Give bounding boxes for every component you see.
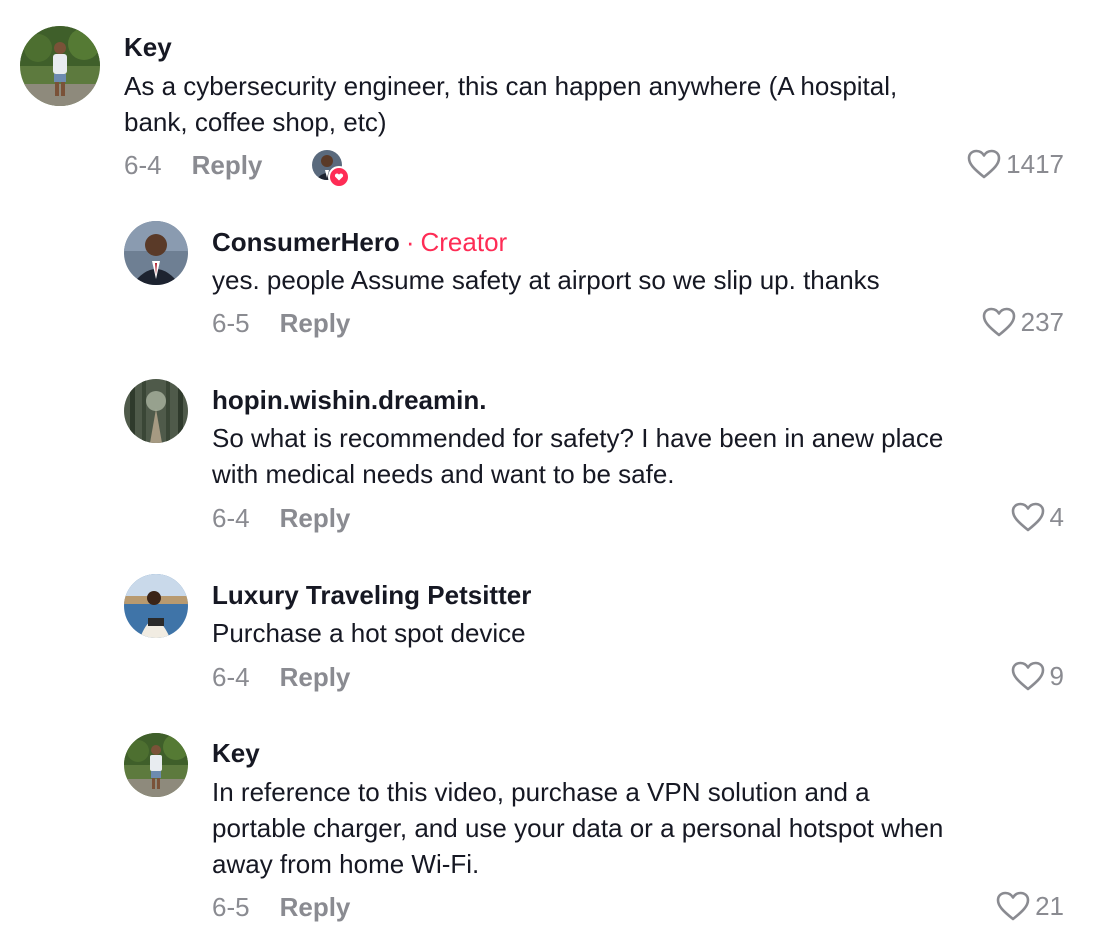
- separator-dot: ·: [405, 227, 415, 257]
- man-in-suit-avatar-icon: [124, 221, 188, 285]
- avatar[interactable]: [124, 574, 188, 638]
- reply-button[interactable]: Reply: [280, 503, 351, 533]
- comment-text-line: yes. people Assume safety at airport so …: [212, 265, 880, 295]
- avatar[interactable]: [124, 221, 188, 285]
- comment-text: As a cybersecurity engineer, this can ha…: [124, 68, 1064, 140]
- comment-text-line: As a cybersecurity engineer, this can ha…: [124, 71, 898, 101]
- comment-text: yes. people Assume safety at airport so …: [212, 262, 1072, 298]
- comment-text-line: So what is recommended for safety? I hav…: [212, 423, 944, 453]
- comment-username[interactable]: Luxury Traveling Petsitter: [212, 580, 531, 610]
- like-count: 9: [1049, 661, 1064, 691]
- reply-item: ConsumerHero · Creator yes. people Assume …: [0, 200, 1100, 360]
- reply-button[interactable]: Reply: [280, 662, 351, 692]
- comment-username[interactable]: Key: [124, 32, 172, 62]
- heart-icon: [1011, 661, 1044, 691]
- comment-text-line: away from home Wi-Fi.: [212, 849, 480, 879]
- comment-meta: 6-4 Reply: [212, 662, 350, 692]
- person-outdoors-avatar-icon: [20, 26, 100, 106]
- comment-date: 6-5: [212, 892, 250, 922]
- heart-icon: [967, 149, 1001, 179]
- heart-icon: [996, 891, 1030, 921]
- like-button[interactable]: 21: [995, 890, 1064, 922]
- comment-date: 6-4: [124, 150, 162, 180]
- like-button[interactable]: 4: [1010, 501, 1064, 533]
- reply-button[interactable]: Reply: [192, 150, 263, 180]
- like-button[interactable]: 9: [1010, 660, 1064, 692]
- avatar[interactable]: [124, 733, 188, 797]
- comment-username[interactable]: Key: [212, 738, 260, 768]
- like-count: 4: [1049, 502, 1064, 532]
- comment-text: In reference to this video, purchase a V…: [212, 774, 1072, 882]
- like-button[interactable]: 237: [981, 306, 1064, 338]
- person-outdoors-avatar-icon: [124, 733, 188, 797]
- heart-badge-icon: [328, 166, 350, 188]
- comment-text-line: portable charger, and use your data or a…: [212, 813, 944, 843]
- comment-meta: 6-4 Reply: [124, 150, 262, 180]
- heart-icon: [982, 307, 1015, 337]
- like-count: 1417: [1006, 149, 1064, 179]
- comment-date: 6-4: [212, 503, 250, 533]
- comment-username[interactable]: hopin.wishin.dreamin.: [212, 385, 486, 415]
- reply-button[interactable]: Reply: [280, 892, 351, 922]
- comment-text-line: Purchase a hot spot device: [212, 618, 526, 648]
- comment-date: 6-5: [212, 308, 250, 338]
- heart-icon: [1011, 502, 1044, 532]
- like-button[interactable]: 1417: [966, 148, 1064, 180]
- comment-item: Key As a cybersecurity engineer, this ca…: [0, 0, 1100, 200]
- reply-item: Luxury Traveling Petsitter Purchase a ho…: [0, 560, 1100, 720]
- woman-by-water-avatar-icon: [124, 574, 188, 638]
- comment-text: Purchase a hot spot device: [212, 615, 1072, 651]
- comment-text-line: In reference to this video, purchase a V…: [212, 777, 870, 807]
- forest-path-avatar-icon: [124, 379, 188, 443]
- like-count: 237: [1020, 307, 1064, 337]
- like-count: 21: [1035, 891, 1064, 921]
- comment-meta: 6-5 Reply: [212, 892, 350, 922]
- comment-text-line: bank, coffee shop, etc): [124, 107, 387, 137]
- reply-button[interactable]: Reply: [280, 308, 351, 338]
- comment-meta: 6-5 Reply: [212, 308, 350, 338]
- creator-badge: Creator: [420, 227, 508, 257]
- comment-username-text[interactable]: ConsumerHero: [212, 227, 400, 257]
- avatar[interactable]: [124, 379, 188, 443]
- liked-by-creator-indicator: [312, 150, 350, 188]
- comment-date: 6-4: [212, 662, 250, 692]
- avatar[interactable]: [20, 26, 100, 106]
- reply-item: hopin.wishin.dreamin. So what is recomme…: [0, 360, 1100, 560]
- comment-username: ConsumerHero · Creator: [212, 227, 507, 257]
- comment-meta: 6-4 Reply: [212, 503, 350, 533]
- comment-text-line: with medical needs and want to be safe.: [212, 459, 675, 489]
- comment-text: So what is recommended for safety? I hav…: [212, 420, 1072, 492]
- reply-item: Key In reference to this video, purchase…: [0, 720, 1100, 952]
